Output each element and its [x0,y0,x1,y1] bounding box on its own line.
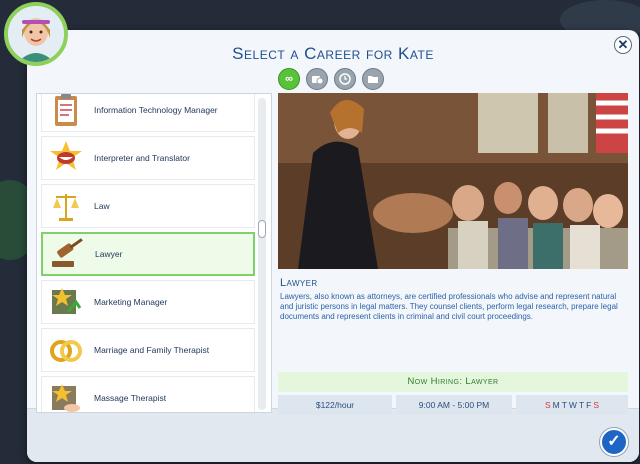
star-chart-icon [52,288,82,314]
career-item-information-technology-manager[interactable]: Information Technology Manager [41,94,255,132]
career-item-law[interactable]: Law [41,184,255,228]
career-item-lawyer[interactable]: Lawyer [41,232,255,276]
day-wednesday: W [568,400,577,410]
clock-icon [339,73,351,85]
scales-icon [53,194,79,221]
pay-rate: $122/hour [278,395,392,415]
day-saturday: S [593,400,600,410]
career-item-label: Information Technology Manager [94,105,218,115]
clipboard-icon [55,94,77,126]
career-item-label: Marriage and Family Therapist [94,345,210,355]
career-filter-bar: ∞ [278,68,384,90]
folder-filter-button[interactable] [362,68,384,90]
rings-icon [50,340,82,362]
day-tuesday: T [561,400,567,410]
infinity-filter-button[interactable]: ∞ [278,68,300,90]
part-time-icon [312,76,324,85]
career-item-label: Lawyer [95,249,123,259]
sim-avatar [4,2,68,66]
career-item-label: Interpreter and Translator [94,153,190,163]
career-name: Lawyer [280,277,318,289]
day-thursday: T [578,400,585,410]
day-sunday: S [544,400,551,410]
dialog-footer [27,408,639,462]
career-item-marriage-and-family-therapist[interactable]: Marriage and Family Therapist [41,328,255,372]
day-monday: M [552,400,560,410]
scrollbar-thumb[interactable] [258,220,266,238]
speaking-mouth-icon [50,141,82,170]
accept-button[interactable]: ✓ [600,428,628,456]
day-friday: F [586,400,592,410]
clock-filter-button[interactable] [334,68,356,90]
career-item-massage-therapist[interactable]: Massage Therapist [41,376,255,412]
folder-icon [368,76,378,83]
part-time-filter-button[interactable] [306,68,328,90]
career-photo [278,93,628,269]
career-list-scrollbar[interactable] [258,98,266,410]
career-item-marketing-manager[interactable]: Marketing Manager [41,280,255,324]
dialog-title: Select a Career for Kate [232,44,434,63]
work-hours: 9:00 AM - 5:00 PM [396,395,512,415]
career-item-interpreter-and-translator[interactable]: Interpreter and Translator [41,136,255,180]
close-button[interactable]: ✕ [614,36,632,54]
gavel-icon [52,238,83,267]
career-item-label: Law [94,201,110,211]
now-hiring-banner: Now Hiring: Lawyer [278,372,628,392]
career-item-label: Marketing Manager [94,297,168,307]
star-hands-icon [52,384,80,412]
career-item-label: Massage Therapist [94,393,167,403]
career-description: Lawyers, also known as attorneys, are ce… [280,292,618,321]
work-days: SMTWTFS [516,395,628,415]
career-list[interactable]: Information Technology Manager Interpret… [36,93,272,413]
infinity-icon: ∞ [285,73,293,85]
